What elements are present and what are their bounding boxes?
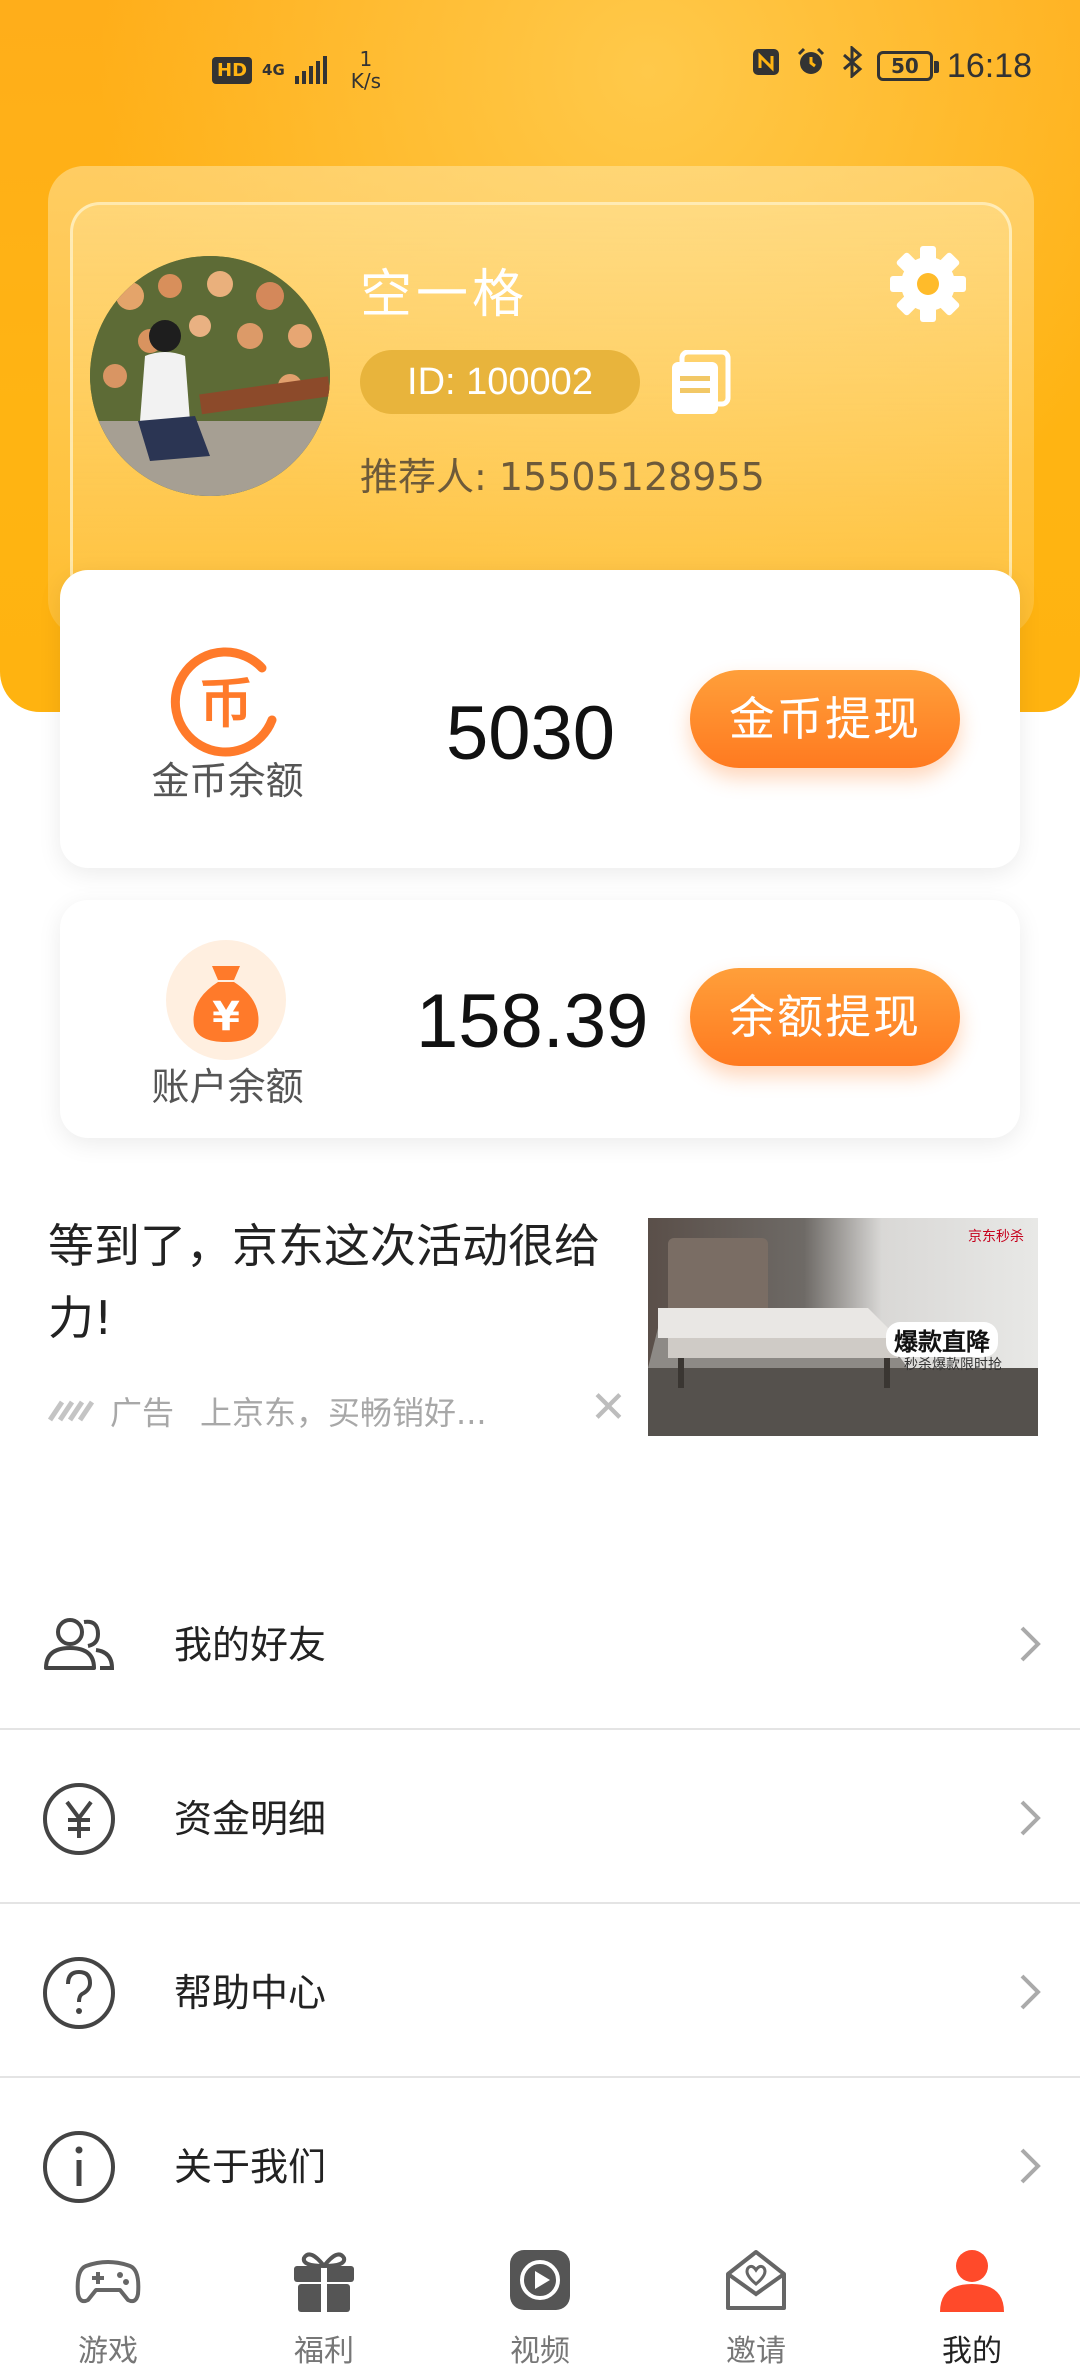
ad-meta: 广告 上京东，买畅销好... xyxy=(47,1388,487,1434)
chevron-right-icon xyxy=(1016,2144,1046,2188)
hd-badge: HD xyxy=(212,56,253,84)
nav-tab-video[interactable]: 视频 xyxy=(432,2230,648,2376)
menu-item-funds[interactable]: 资金明细 xyxy=(0,1730,1080,1904)
clock: 16:18 xyxy=(946,46,1032,85)
menu-label-about: 关于我们 xyxy=(174,2145,327,2189)
friends-icon xyxy=(40,1606,118,1684)
info-icon xyxy=(40,2128,118,2206)
account-balance-value: 158.39 xyxy=(416,979,649,1064)
nav-tab-mine[interactable]: 我的 xyxy=(864,2230,1080,2376)
video-icon xyxy=(504,2244,576,2316)
ad-tag: 广告 xyxy=(110,1394,175,1432)
avatar[interactable] xyxy=(90,256,330,496)
svg-text:¥: ¥ xyxy=(212,994,240,1040)
nav-tab-invite[interactable]: 邀请 xyxy=(648,2230,864,2376)
gear-icon[interactable] xyxy=(888,244,968,324)
nav-label-mine: 我的 xyxy=(942,2334,1002,2369)
status-bar: HD 4G 1 K/s 50 16:18 xyxy=(0,0,1080,130)
account-balance-card: ¥ 账户余额 158.39 余额提现 xyxy=(60,900,1020,1138)
nav-label-video: 视频 xyxy=(510,2334,570,2369)
nav-tab-games[interactable]: 游戏 xyxy=(0,2230,216,2376)
alarm-icon xyxy=(795,46,827,86)
ad-logo-icon xyxy=(47,1392,95,1430)
ad-banner-image[interactable]: 京东秒杀 爆款直降 秒杀爆款限时抢 xyxy=(648,1218,1038,1436)
battery-icon: 50 xyxy=(876,51,939,81)
menu-label-help: 帮助中心 xyxy=(174,1971,327,2015)
invite-icon xyxy=(720,2244,792,2316)
menu-item-about[interactable]: 关于我们 xyxy=(0,2078,1080,2252)
status-right: 50 16:18 xyxy=(751,44,1032,86)
nav-label-invite: 邀请 xyxy=(726,2334,786,2369)
chevron-right-icon xyxy=(1016,1970,1046,2014)
nav-label-welfare: 福利 xyxy=(294,2334,354,2369)
ad-headline[interactable]: 等到了，京东这次活动很给力! xyxy=(48,1210,648,1354)
ad-banner-sub: 秒杀爆款限时抢 xyxy=(904,1357,1002,1373)
svg-text:币: 币 xyxy=(199,672,253,735)
coin-balance-card: 币 金币余额 5030 金币提现 xyxy=(60,570,1020,868)
nfc-icon xyxy=(751,47,781,85)
network-type: 4G xyxy=(262,61,285,79)
nav-label-games: 游戏 xyxy=(78,2334,138,2369)
gift-icon xyxy=(288,2244,360,2316)
coin-icon: 币 xyxy=(162,640,290,768)
bottom-nav: 游戏 福利 视频 邀请 我的 xyxy=(0,2230,1080,2376)
gamepad-icon xyxy=(72,2244,144,2316)
net-speed-value: 1 xyxy=(359,47,373,71)
coin-balance-label: 金币余额 xyxy=(151,759,304,803)
coin-balance-value: 5030 xyxy=(446,691,616,776)
user-id-badge: ID: 100002 xyxy=(360,350,640,414)
ad-banner-brand: 京东秒杀 xyxy=(968,1229,1024,1245)
profile-icon xyxy=(936,2244,1008,2316)
money-bag-icon: ¥ xyxy=(162,936,290,1064)
username: 空一格 xyxy=(360,265,529,325)
nav-tab-welfare[interactable]: 福利 xyxy=(216,2230,432,2376)
chevron-right-icon xyxy=(1016,1622,1046,1666)
yuan-icon xyxy=(40,1780,118,1858)
net-speed: 1 K/s xyxy=(351,48,381,92)
close-icon[interactable]: ✕ xyxy=(590,1382,627,1433)
menu-item-friends[interactable]: 我的好友 xyxy=(0,1556,1080,1730)
menu-label-friends: 我的好友 xyxy=(174,1623,327,1667)
net-speed-unit: K/s xyxy=(350,69,382,93)
ad-banner-title: 爆款直降 xyxy=(886,1322,998,1357)
signal-icon xyxy=(294,56,327,84)
status-left: HD 4G 1 K/s xyxy=(212,48,381,92)
coin-withdraw-button[interactable]: 金币提现 xyxy=(690,670,960,768)
chevron-right-icon xyxy=(1016,1796,1046,1840)
bluetooth-icon xyxy=(841,44,863,86)
help-icon xyxy=(40,1954,118,2032)
copy-icon[interactable] xyxy=(668,349,732,416)
menu-label-funds: 资金明细 xyxy=(174,1797,327,1841)
ad-source: 上京东，买畅销好... xyxy=(200,1394,487,1432)
account-balance-label: 账户余额 xyxy=(151,1065,304,1109)
menu-item-help[interactable]: 帮助中心 xyxy=(0,1904,1080,2078)
balance-withdraw-button[interactable]: 余额提现 xyxy=(690,968,960,1066)
referrer-text: 推荐人: 15505128955 xyxy=(360,455,765,499)
